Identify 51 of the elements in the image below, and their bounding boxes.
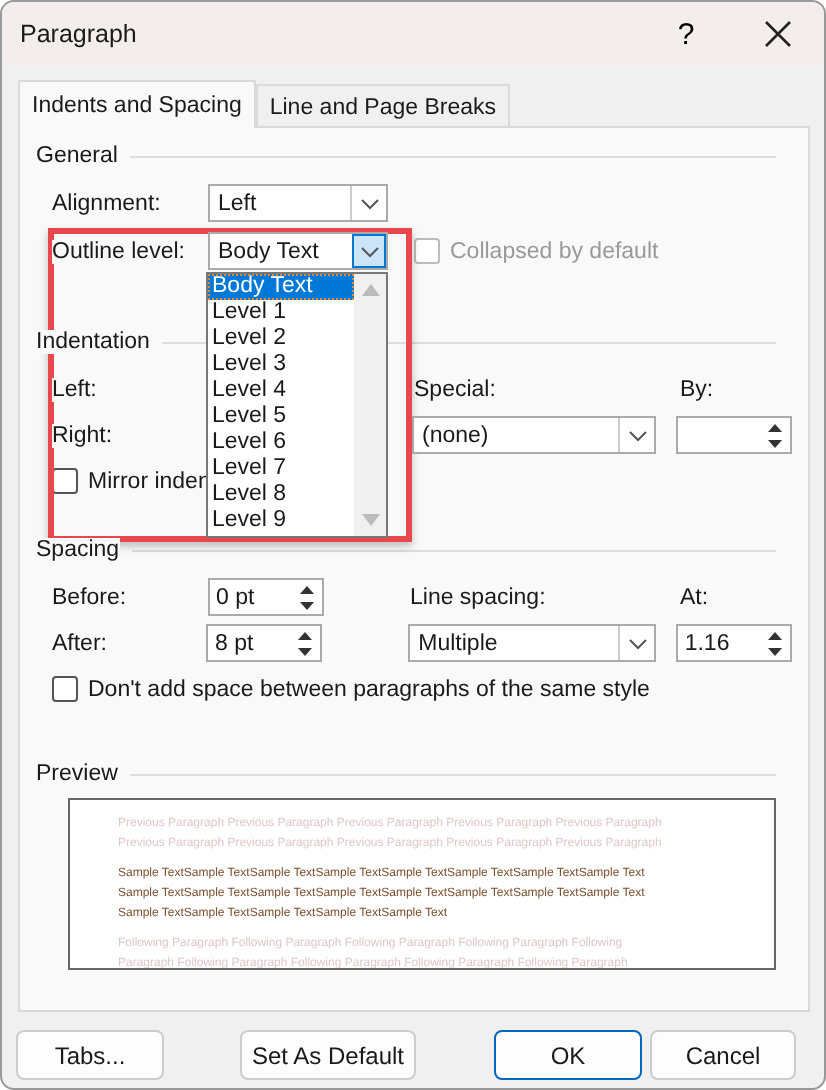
up-down-arrows-icon <box>296 629 315 657</box>
help-button[interactable]: ? <box>640 2 732 66</box>
dialog-button[interactable]: OK <box>494 1030 642 1080</box>
up-down-arrows-icon <box>766 629 784 657</box>
chevron-down-icon <box>359 245 379 257</box>
spin-field[interactable] <box>676 416 792 454</box>
spin-field[interactable]: 8 pt <box>206 624 323 662</box>
dialog-button[interactable]: Cancel <box>650 1030 796 1080</box>
section-heading: General <box>36 144 118 168</box>
dialog-button[interactable]: Tabs... <box>16 1030 164 1080</box>
section-heading: Spacing <box>36 538 120 562</box>
dropdown-field[interactable]: (none) <box>411 416 657 454</box>
list-item[interactable]: Level 5 <box>208 404 354 430</box>
list-item[interactable]: Level 3 <box>208 352 354 378</box>
list-item[interactable]: Level 9 <box>208 508 354 534</box>
list-item[interactable]: Level 4 <box>208 378 354 404</box>
list-item[interactable]: Level 2 <box>208 326 354 352</box>
dialog-button[interactable]: Set As Default <box>240 1030 416 1080</box>
dropdown-field[interactable]: Multiple <box>408 624 657 662</box>
spin-field[interactable]: 0 pt <box>208 578 324 616</box>
dropdown-field[interactable]: Body Text <box>208 232 388 270</box>
scroll-down-arrow-icon <box>361 514 379 526</box>
chevron-down-icon <box>627 637 648 649</box>
list-item[interactable]: Level 7 <box>208 456 354 482</box>
section-heading: Indentation <box>36 330 150 354</box>
tab[interactable]: Line and Page Breaks <box>255 84 511 128</box>
field-label: At: <box>680 585 709 609</box>
checkbox-label: Don't add space between paragraphs of the same style <box>88 677 650 701</box>
field-label: After: <box>52 631 207 655</box>
field-label: Special: <box>414 377 498 401</box>
checkbox[interactable] <box>52 676 78 702</box>
section-heading: Preview <box>36 762 118 786</box>
field-label: Line spacing: <box>410 585 548 609</box>
checkbox[interactable] <box>52 468 78 494</box>
list-item[interactable]: Level 6 <box>208 430 354 456</box>
list-item[interactable]: Body Text <box>208 274 354 300</box>
chevron-down-icon <box>359 197 379 209</box>
dropdown-field[interactable]: Left <box>208 184 388 222</box>
field-label: By: <box>680 377 714 401</box>
up-down-arrows-icon <box>766 421 784 449</box>
checkbox-label: Collapsed by default <box>450 239 659 263</box>
window-title: Paragraph <box>20 20 139 48</box>
scrollbar[interactable] <box>354 274 386 536</box>
scroll-up-arrow-icon <box>361 284 379 296</box>
list-item[interactable]: Level 8 <box>208 482 354 508</box>
list-item[interactable]: Level 1 <box>208 300 354 326</box>
tab[interactable]: Indents and Spacing <box>18 80 256 128</box>
up-down-arrows-icon <box>298 583 316 611</box>
close-icon <box>764 20 792 48</box>
chevron-down-icon <box>627 429 648 441</box>
spin-field[interactable]: 1.16 <box>676 624 792 662</box>
